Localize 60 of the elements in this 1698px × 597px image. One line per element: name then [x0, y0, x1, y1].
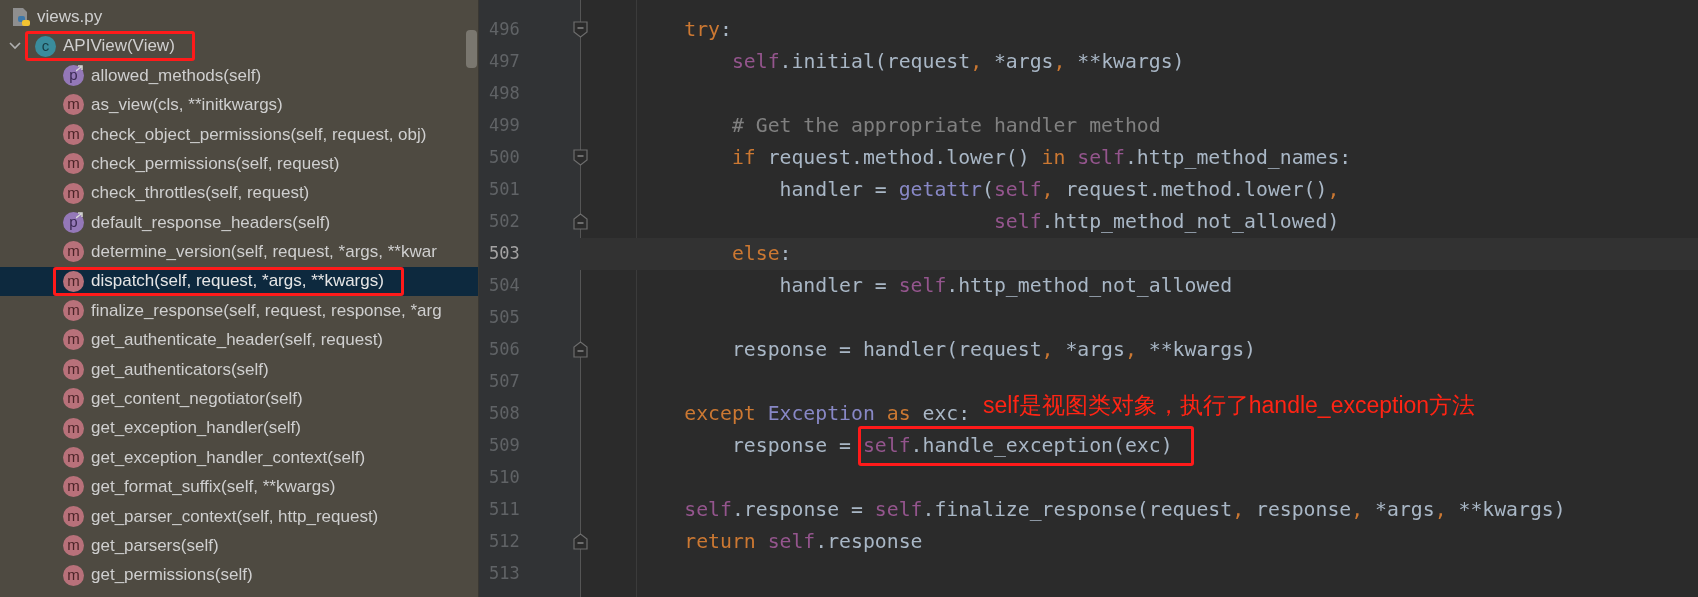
method-icon: m — [63, 417, 84, 439]
tree-item[interactable]: m check_permissions(self, request) — [63, 152, 340, 175]
method-icon: m — [63, 505, 84, 527]
method-icon: m — [63, 476, 84, 498]
python-file-icon — [12, 6, 31, 27]
method-icon: m — [63, 447, 84, 469]
method-icon: m — [63, 94, 84, 116]
tree-item[interactable]: m get_parsers(self) — [63, 534, 219, 557]
method-icon: m — [63, 535, 84, 557]
tree-item[interactable]: m get_format_suffix(self, **kwargs) — [63, 475, 336, 498]
tree-item[interactable]: p default_response_headers(self) — [63, 211, 331, 234]
code-line: response = handler(request, *args, **kwargs) — [730, 337, 1256, 364]
method-icon: m — [63, 564, 84, 586]
tree-item[interactable]: m determine_version(self, request, *args, **kwar — [63, 240, 437, 263]
code-line: self.response = self.finalize_response(request, response, *args, **kwargs) — [683, 497, 1566, 524]
tree-item[interactable]: m finalize_response(self, request, response, *arg — [63, 299, 442, 322]
code-line: except Exception as exc: — [683, 401, 971, 428]
tree-item[interactable]: m get_parser_context(self, http_request) — [63, 505, 379, 528]
tree-item[interactable]: m get_authenticators(self) — [63, 358, 269, 381]
code-line: try: — [683, 17, 732, 44]
tree-item[interactable]: m get_exception_handler_context(self) — [63, 446, 366, 469]
tree-item[interactable]: m as_view(cls, **initkwargs) — [63, 93, 283, 116]
method-icon: m — [63, 182, 84, 204]
method-icon: m — [63, 241, 84, 263]
method-icon: m — [63, 388, 84, 410]
code-line: self.http_method_not_allowed) — [992, 209, 1340, 236]
fold-start-icon[interactable] — [573, 149, 588, 166]
method-icon: m — [63, 300, 84, 322]
tree-item[interactable]: m get_content_negotiator(self) — [63, 387, 303, 410]
tree-item[interactable]: p allowed_methods(self) — [63, 64, 262, 87]
code-line: response = self.handle_exception(exc) — [730, 433, 1173, 460]
tree-item[interactable]: m get_exception_handler(self) — [63, 417, 301, 440]
annotation-text: self是视图类对象，执行了handle_exception方法 — [983, 391, 1476, 420]
property-icon: p — [63, 64, 84, 86]
method-icon: m — [63, 358, 84, 380]
method-icon: m — [63, 153, 84, 175]
code-line: handler = self.http_method_not_allowed — [778, 273, 1233, 300]
fold-start-icon[interactable] — [573, 21, 588, 38]
tree-item[interactable]: m get_authenticate_header(self, request) — [63, 329, 384, 351]
property-icon: p — [63, 211, 84, 233]
method-icon: m — [63, 123, 84, 145]
tree-item[interactable]: m dispatch(self, request, *args, **kwargs) — [63, 270, 384, 293]
tree-item[interactable]: m get_permissions(self) — [63, 564, 253, 587]
code-line: handler = getattr(self, request.method.lower(), — [778, 177, 1340, 204]
tree-item[interactable]: m check_object_permissions(self, request, obj) — [63, 123, 427, 146]
code-line: if request.method.lower() in self.http_method_names: — [730, 145, 1352, 172]
code-line: return self.response — [683, 529, 923, 556]
fold-end-icon[interactable] — [573, 533, 588, 550]
fold-end-icon[interactable] — [573, 213, 588, 230]
scrollbar-thumb[interactable] — [466, 30, 477, 68]
fold-end-icon[interactable] — [573, 341, 588, 358]
line-number: 503 — [488, 242, 521, 266]
file-item[interactable]: views.py — [0, 2, 478, 32]
code-line: self.initial(request, *args, **kwargs) — [730, 49, 1185, 76]
code-line: else: — [730, 241, 792, 268]
class-icon: c — [35, 35, 56, 57]
code-line: # Get the appropriate handler method — [730, 113, 1161, 140]
tree-item[interactable]: m check_throttles(self, request) — [63, 182, 310, 205]
method-icon: m — [63, 329, 84, 351]
tree-item[interactable]: c APIView(View) — [35, 35, 175, 58]
